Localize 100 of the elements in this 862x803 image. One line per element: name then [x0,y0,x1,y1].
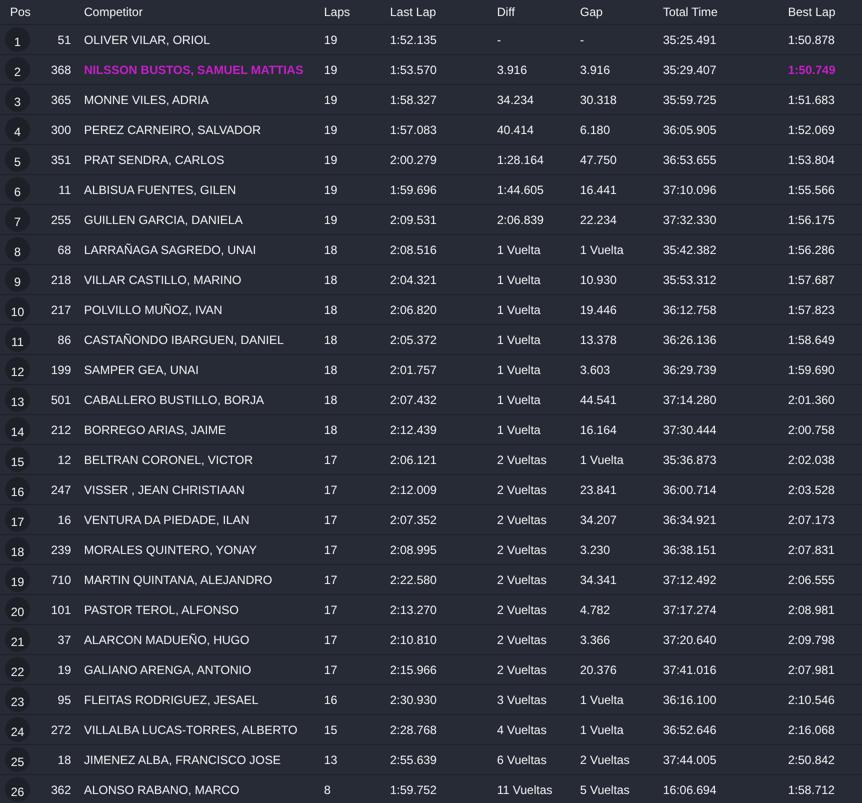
total-time-cell: 36:16.100 [663,692,716,706]
competitor-name: MONNE VILES, ADRIA [84,92,209,106]
gap-cell: 3.230 [580,542,610,556]
bib-number: 239 [50,542,71,556]
bib-number: 501 [50,392,71,406]
diff-cell: - [497,32,501,46]
diff-cell: 2 Vueltas [497,452,547,466]
total-time-cell: 37:44.005 [663,752,716,766]
competitor-name: JIMENEZ ALBA, FRANCISCO JOSE [84,752,281,766]
diff-cell: 2 Vueltas [497,542,547,556]
bib-number: 351 [50,152,71,166]
total-time-cell: 37:12.492 [663,572,716,586]
position-badge: 18 [5,537,30,562]
competitor-name: GUILLEN GARCIA, DANIELA [84,212,243,226]
last-lap-cell: 2:22.580 [390,572,437,586]
total-time-cell: 35:36.873 [663,452,716,466]
diff-cell: 1 Vuelta [497,362,541,376]
competitor-name: SAMPER GEA, UNAI [84,362,199,376]
bib-number: 362 [50,782,71,796]
competitor-name: LARRAÑAGA SAGREDO, UNAI [84,242,256,256]
laps-cell: 18 [324,362,338,376]
diff-cell: 6 Vueltas [497,752,547,766]
position-badge: 15 [5,447,30,472]
best-lap-cell: 1:59.690 [788,362,835,376]
best-lap-cell: 2:00.758 [788,422,835,436]
competitor-name: NILSSON BUSTOS, SAMUEL MATTIAS [84,62,304,76]
diff-cell: 3 Vueltas [497,692,547,706]
position-badge: 4 [5,117,30,142]
competitor-name: VISSER , JEAN CHRISTIAAN [84,482,245,496]
competitor-name: BELTRAN CORONEL, VICTOR [84,452,253,466]
gap-cell: 3.916 [580,62,610,76]
competitor-name: CASTAÑONDO IBARGUEN, DANIEL [84,332,284,346]
position-badge: 21 [5,627,30,652]
gap-cell: 23.841 [580,482,617,496]
total-time-cell: 35:59.725 [663,92,716,106]
total-time-cell: 37:20.640 [663,632,716,646]
competitor-name: FLEITAS RODRIGUEZ, JESAEL [84,692,258,706]
last-lap-cell: 2:55.639 [390,752,437,766]
best-lap-cell: 2:08.981 [788,602,835,616]
laps-cell: 8 [324,782,331,796]
bib-number: 16 [58,512,71,526]
last-lap-cell: 1:52.135 [390,32,437,46]
position-badge: 6 [5,177,30,202]
total-time-cell: 37:32.330 [663,212,716,226]
last-lap-cell: 2:09.531 [390,212,437,226]
laps-cell: 16 [324,692,338,706]
diff-cell: 2 Vueltas [497,632,547,646]
best-lap-cell: 2:07.831 [788,542,835,556]
gap-cell: 19.446 [580,302,617,316]
position-badge: 11 [5,327,30,352]
total-time-cell: 37:17.274 [663,602,716,616]
last-lap-cell: 2:07.432 [390,392,437,406]
competitor-name: PRAT SENDRA, CARLOS [84,152,224,166]
total-time-cell: 36:00.714 [663,482,716,496]
best-lap-cell: 2:09.798 [788,632,835,646]
competitor-name: ALARCON MADUEÑO, HUGO [84,632,250,646]
bib-number: 218 [50,272,71,286]
competitor-name: BORREGO ARIAS, JAIME [84,422,226,436]
last-lap-cell: 2:05.372 [390,332,437,346]
laps-cell: 19 [324,182,338,196]
total-time-cell: 37:14.280 [663,392,716,406]
total-time-cell: 36:05.905 [663,122,716,136]
competitor-name: MARTIN QUINTANA, ALEJANDRO [84,572,272,586]
laps-cell: 18 [324,242,338,256]
total-time-cell: 37:30.444 [663,422,716,436]
gap-cell: 30.318 [580,92,617,106]
position-badge: 23 [5,687,30,712]
gap-cell: 20.376 [580,662,617,676]
position-badge: 8 [5,237,30,262]
bib-number: 11 [58,182,71,196]
diff-cell: 1 Vuelta [497,332,541,346]
last-lap-cell: 2:28.768 [390,722,437,736]
competitor-name: MORALES QUINTERO, YONAY [84,542,257,556]
position-badge: 25 [5,747,30,772]
laps-cell: 19 [324,212,338,226]
total-time-cell: 37:10.096 [663,182,716,196]
position-badge: 7 [5,207,30,232]
diff-cell: 2 Vueltas [497,482,547,496]
column-header: Total Time [663,5,718,19]
best-lap-cell: 1:57.687 [788,272,835,286]
laps-cell: 17 [324,602,338,616]
diff-cell: 3.916 [497,62,528,76]
bib-number: 95 [58,692,71,706]
last-lap-cell: 2:06.820 [390,302,437,316]
position-badge: 20 [5,597,30,622]
gap-cell: 34.341 [580,572,617,586]
column-header: Diff [497,5,515,19]
bib-number: 51 [58,32,71,46]
laps-cell: 18 [324,392,338,406]
laps-cell: 15 [324,722,338,736]
column-header: Best Lap [788,5,836,19]
total-time-cell: 36:52.646 [663,722,716,736]
last-lap-cell: 1:59.696 [390,182,437,196]
best-lap-cell: 1:52.069 [788,122,835,136]
total-time-cell: 35:29.407 [663,62,716,76]
total-time-cell: 36:12.758 [663,302,716,316]
gap-cell: 6.180 [580,122,610,136]
total-time-cell: 36:53.655 [663,152,716,166]
diff-cell: 1:28.164 [497,152,544,166]
last-lap-cell: 2:00.279 [390,152,437,166]
